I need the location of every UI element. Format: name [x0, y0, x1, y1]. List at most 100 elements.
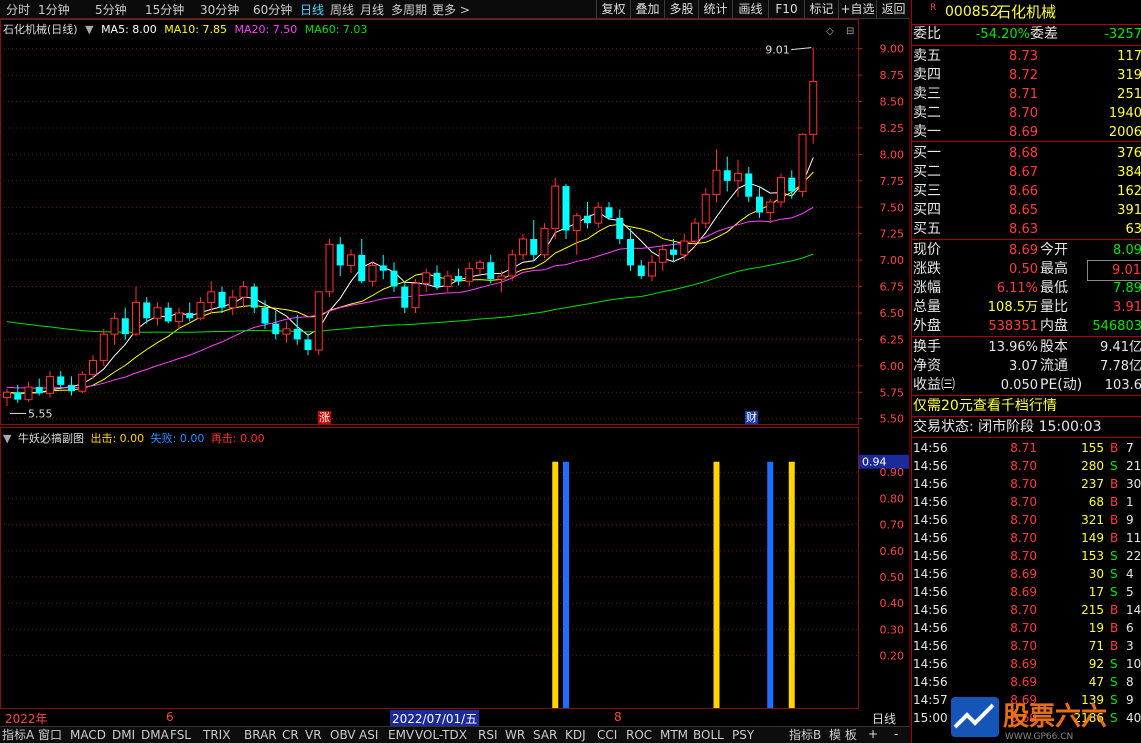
tick-count: 14: [1126, 603, 1141, 617]
sell-row[interactable]: 卖五 8.73 117: [912, 47, 1141, 66]
candle: [487, 254, 495, 284]
indicator-tab-cci[interactable]: CCI: [597, 727, 617, 743]
indicator-b-tab[interactable]: 指标B: [789, 727, 821, 743]
template-tab[interactable]: 模 板: [829, 727, 857, 743]
indicator-tab-kdj[interactable]: KDJ: [565, 727, 586, 743]
indicator-tab-dmi[interactable]: DMI: [112, 727, 135, 743]
buy-label: 买三: [913, 183, 941, 199]
tick-volume: 19: [1088, 621, 1104, 635]
candle: [164, 302, 172, 324]
stat-value: 108.5万: [987, 300, 1038, 315]
tick-count: 11: [1126, 531, 1141, 545]
indicator-tab-窗口[interactable]: 窗口: [38, 727, 62, 743]
fund-label: 收益㈢: [913, 377, 955, 393]
price-tick-label: 9.00: [880, 43, 905, 56]
indicator-tab-cr[interactable]: CR: [282, 727, 299, 743]
indicator-tab-trix[interactable]: TRIX: [203, 727, 230, 743]
stat-value-2: 3.91: [1113, 300, 1141, 315]
indicator-tab-asi[interactable]: ASI: [359, 727, 378, 743]
kline-chart[interactable]: 9.00 8.75 8.50 8.25 8.00 7.75 7.50 7.25 7.00 6.75…: [0, 0, 910, 743]
candle: [46, 371, 54, 398]
promo-row[interactable]: 仅需20元查看千档行情: [912, 397, 1141, 416]
price-tick-label: 6.75: [880, 281, 905, 294]
buy-row[interactable]: 买一 8.68 376: [912, 144, 1141, 163]
candle: [530, 219, 538, 261]
stat-value: 8.69: [1009, 243, 1038, 258]
indicator-tab-指标a[interactable]: 指标A: [2, 727, 34, 743]
sell-row[interactable]: 卖三 8.71 251: [912, 85, 1141, 104]
candle: [637, 260, 645, 280]
buy-volume: 384: [1117, 165, 1141, 180]
buy-row[interactable]: 买三 8.66 162: [912, 182, 1141, 201]
buy-volume: 162: [1117, 184, 1141, 199]
indicator-tab-roc[interactable]: ROC: [626, 727, 652, 743]
tick-row: 14:56 8.70 321 B 9: [912, 511, 1141, 529]
legend-toggle-icon[interactable]: ▼: [85, 23, 93, 36]
candle: [304, 334, 312, 356]
sell-row[interactable]: 卖四 8.72 319: [912, 66, 1141, 85]
price-tick-label: 8.00: [880, 148, 905, 161]
promo-text[interactable]: 仅需20元查看千档行情: [913, 397, 1057, 416]
sell-label: 卖四: [913, 67, 941, 83]
zhang-marker[interactable]: 涨: [319, 411, 330, 424]
sell-label: 卖二: [913, 105, 941, 121]
candle: [57, 371, 65, 390]
tick-count: 6: [1126, 621, 1134, 635]
buy-row[interactable]: 买二 8.67 384: [912, 163, 1141, 182]
indicator-tab-vol-tdx[interactable]: VOL-TDX: [415, 727, 467, 743]
indicator-tab-boll[interactable]: BOLL: [693, 727, 724, 743]
indicator-tab-emv[interactable]: EMV: [388, 727, 414, 743]
chart-title: 石化机械(日线): [3, 23, 78, 36]
candle: [433, 265, 441, 290]
indicator-tab-dma[interactable]: DMA: [141, 727, 169, 743]
zoom-in-button[interactable]: +: [868, 727, 878, 741]
price-tick-label: 6.50: [880, 307, 905, 320]
tick-time: 14:56: [913, 513, 948, 527]
tick-row: 14:56 8.69 17 S 5: [912, 583, 1141, 601]
indicator-tab-mtm[interactable]: MTM: [660, 727, 688, 743]
buy-row[interactable]: 买五 8.63 63: [912, 220, 1141, 239]
quote-panel: R 000852 石化机械 委比 -54.20% 委差 -3257 卖五 8.73…: [911, 0, 1141, 743]
buy-row[interactable]: 买四 8.65 391: [912, 201, 1141, 220]
indicator-tab-sar[interactable]: SAR: [533, 727, 557, 743]
cai-marker[interactable]: 财: [746, 410, 757, 424]
indicator-tab-fsl[interactable]: FSL: [170, 727, 191, 743]
buy-price: 8.65: [1009, 203, 1038, 218]
indicator-tab-macd[interactable]: MACD: [70, 727, 106, 743]
candle: [562, 184, 570, 239]
sell-row[interactable]: 卖一 8.69 2006: [912, 123, 1141, 142]
tick-count: 5: [1126, 585, 1134, 599]
fund-value: 3.07: [1009, 359, 1038, 374]
tick-time: 14:56: [913, 585, 948, 599]
candle: [519, 233, 527, 261]
sub-indicator: 0.940.900.800.700.600.500.400.300.20: [0, 454, 909, 708]
tick-side: B: [1110, 639, 1119, 653]
candle: [401, 281, 409, 313]
sell-row[interactable]: 卖二 8.70 1940: [912, 104, 1141, 123]
tick-price: 8.70: [1010, 531, 1037, 545]
indicator-tab-obv[interactable]: OBV: [330, 727, 356, 743]
sub-legend: ▼ 牛妖必搞副图 出击: 0.00 失败: 0.00 再击: 0.00: [3, 430, 268, 446]
tick-side: S: [1110, 459, 1118, 473]
sub-tick-label: 0.60: [880, 545, 905, 558]
tick-row: 14:56 8.70 237 B 30: [912, 475, 1141, 493]
tick-row: 14:56 8.71 155 B 7: [912, 439, 1141, 457]
indicator-tab-brar[interactable]: BRAR: [244, 727, 277, 743]
weicha-value: -3257: [1104, 27, 1141, 42]
sub-toggle-icon[interactable]: ▼: [3, 432, 11, 445]
diamond-icon[interactable]: ◇: [826, 26, 834, 37]
collapse-icon[interactable]: ⊟: [846, 26, 854, 37]
buy-volume: 391: [1117, 203, 1141, 218]
buy-volume: 63: [1125, 222, 1141, 237]
tick-time: 14:56: [913, 675, 948, 689]
indicator-tab-vr[interactable]: VR: [305, 727, 322, 743]
zoom-out-button[interactable]: -: [894, 727, 898, 741]
candle: [712, 149, 721, 202]
tick-time: 14:56: [913, 567, 948, 581]
svg-text:WWW.GP66.CN: WWW.GP66.CN: [1005, 732, 1073, 742]
sell-label: 卖五: [913, 48, 941, 64]
indicator-tab-rsi[interactable]: RSI: [478, 727, 498, 743]
indicator-tab-wr[interactable]: WR: [505, 727, 525, 743]
indicator-tab-psy[interactable]: PSY: [732, 727, 754, 743]
status-row: 交易状态: 闭市阶段 15:00:03: [912, 418, 1141, 437]
